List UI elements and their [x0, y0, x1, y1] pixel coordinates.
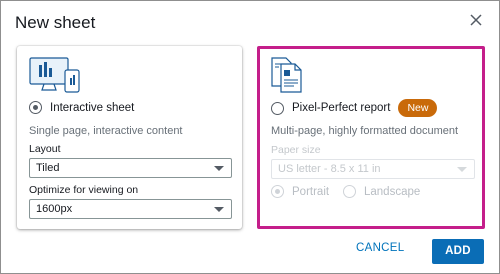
interactive-sheet-option[interactable]: Interactive sheet	[29, 101, 134, 114]
dashboard-illustration-icon	[29, 57, 80, 93]
landscape-option[interactable]: Landscape	[343, 185, 420, 198]
layout-select-value: Tiled	[36, 162, 60, 174]
portrait-radio[interactable]	[271, 185, 284, 198]
chevron-down-icon	[214, 207, 224, 212]
portrait-label: Portrait	[292, 185, 330, 198]
pixel-perfect-description: Multi-page, highly formatted document	[271, 125, 459, 137]
portrait-option[interactable]: Portrait	[271, 185, 329, 198]
pixel-perfect-report-card[interactable]: Pixel-Perfect report New Multi-page, hig…	[257, 46, 485, 229]
layout-label: Layout	[29, 143, 61, 155]
optimize-select[interactable]: 1600px	[29, 199, 232, 219]
pixel-perfect-report-radio[interactable]	[271, 101, 284, 115]
landscape-radio[interactable]	[343, 185, 356, 198]
close-icon[interactable]	[469, 13, 483, 27]
interactive-sheet-description: Single page, interactive content	[29, 125, 183, 137]
paper-size-select[interactable]: US letter - 8.5 x 11 in	[271, 159, 475, 179]
report-documents-icon	[271, 57, 302, 93]
add-button[interactable]: ADD	[432, 239, 484, 264]
interactive-sheet-label: Interactive sheet	[50, 101, 135, 114]
interactive-sheet-card[interactable]: Interactive sheet Single page, interacti…	[17, 46, 242, 229]
pixel-perfect-report-label: Pixel-Perfect report	[292, 102, 391, 114]
new-badge: New	[398, 99, 438, 117]
pixel-perfect-report-option[interactable]: Pixel-Perfect report New	[271, 99, 438, 117]
paper-size-label: Paper size	[271, 144, 321, 156]
cancel-button[interactable]: CANCEL	[356, 242, 404, 254]
interactive-sheet-radio[interactable]	[29, 101, 42, 114]
chevron-down-icon	[214, 166, 224, 171]
layout-select[interactable]: Tiled	[29, 158, 232, 178]
dialog-title: New sheet	[15, 13, 96, 32]
chevron-down-icon	[457, 167, 467, 172]
landscape-label: Landscape	[364, 185, 421, 198]
optimize-select-value: 1600px	[36, 203, 73, 215]
paper-size-value: US letter - 8.5 x 11 in	[278, 163, 381, 175]
optimize-label: Optimize for viewing on	[29, 184, 139, 196]
new-sheet-dialog: New sheet Interactive sheet Single page,…	[0, 0, 500, 274]
